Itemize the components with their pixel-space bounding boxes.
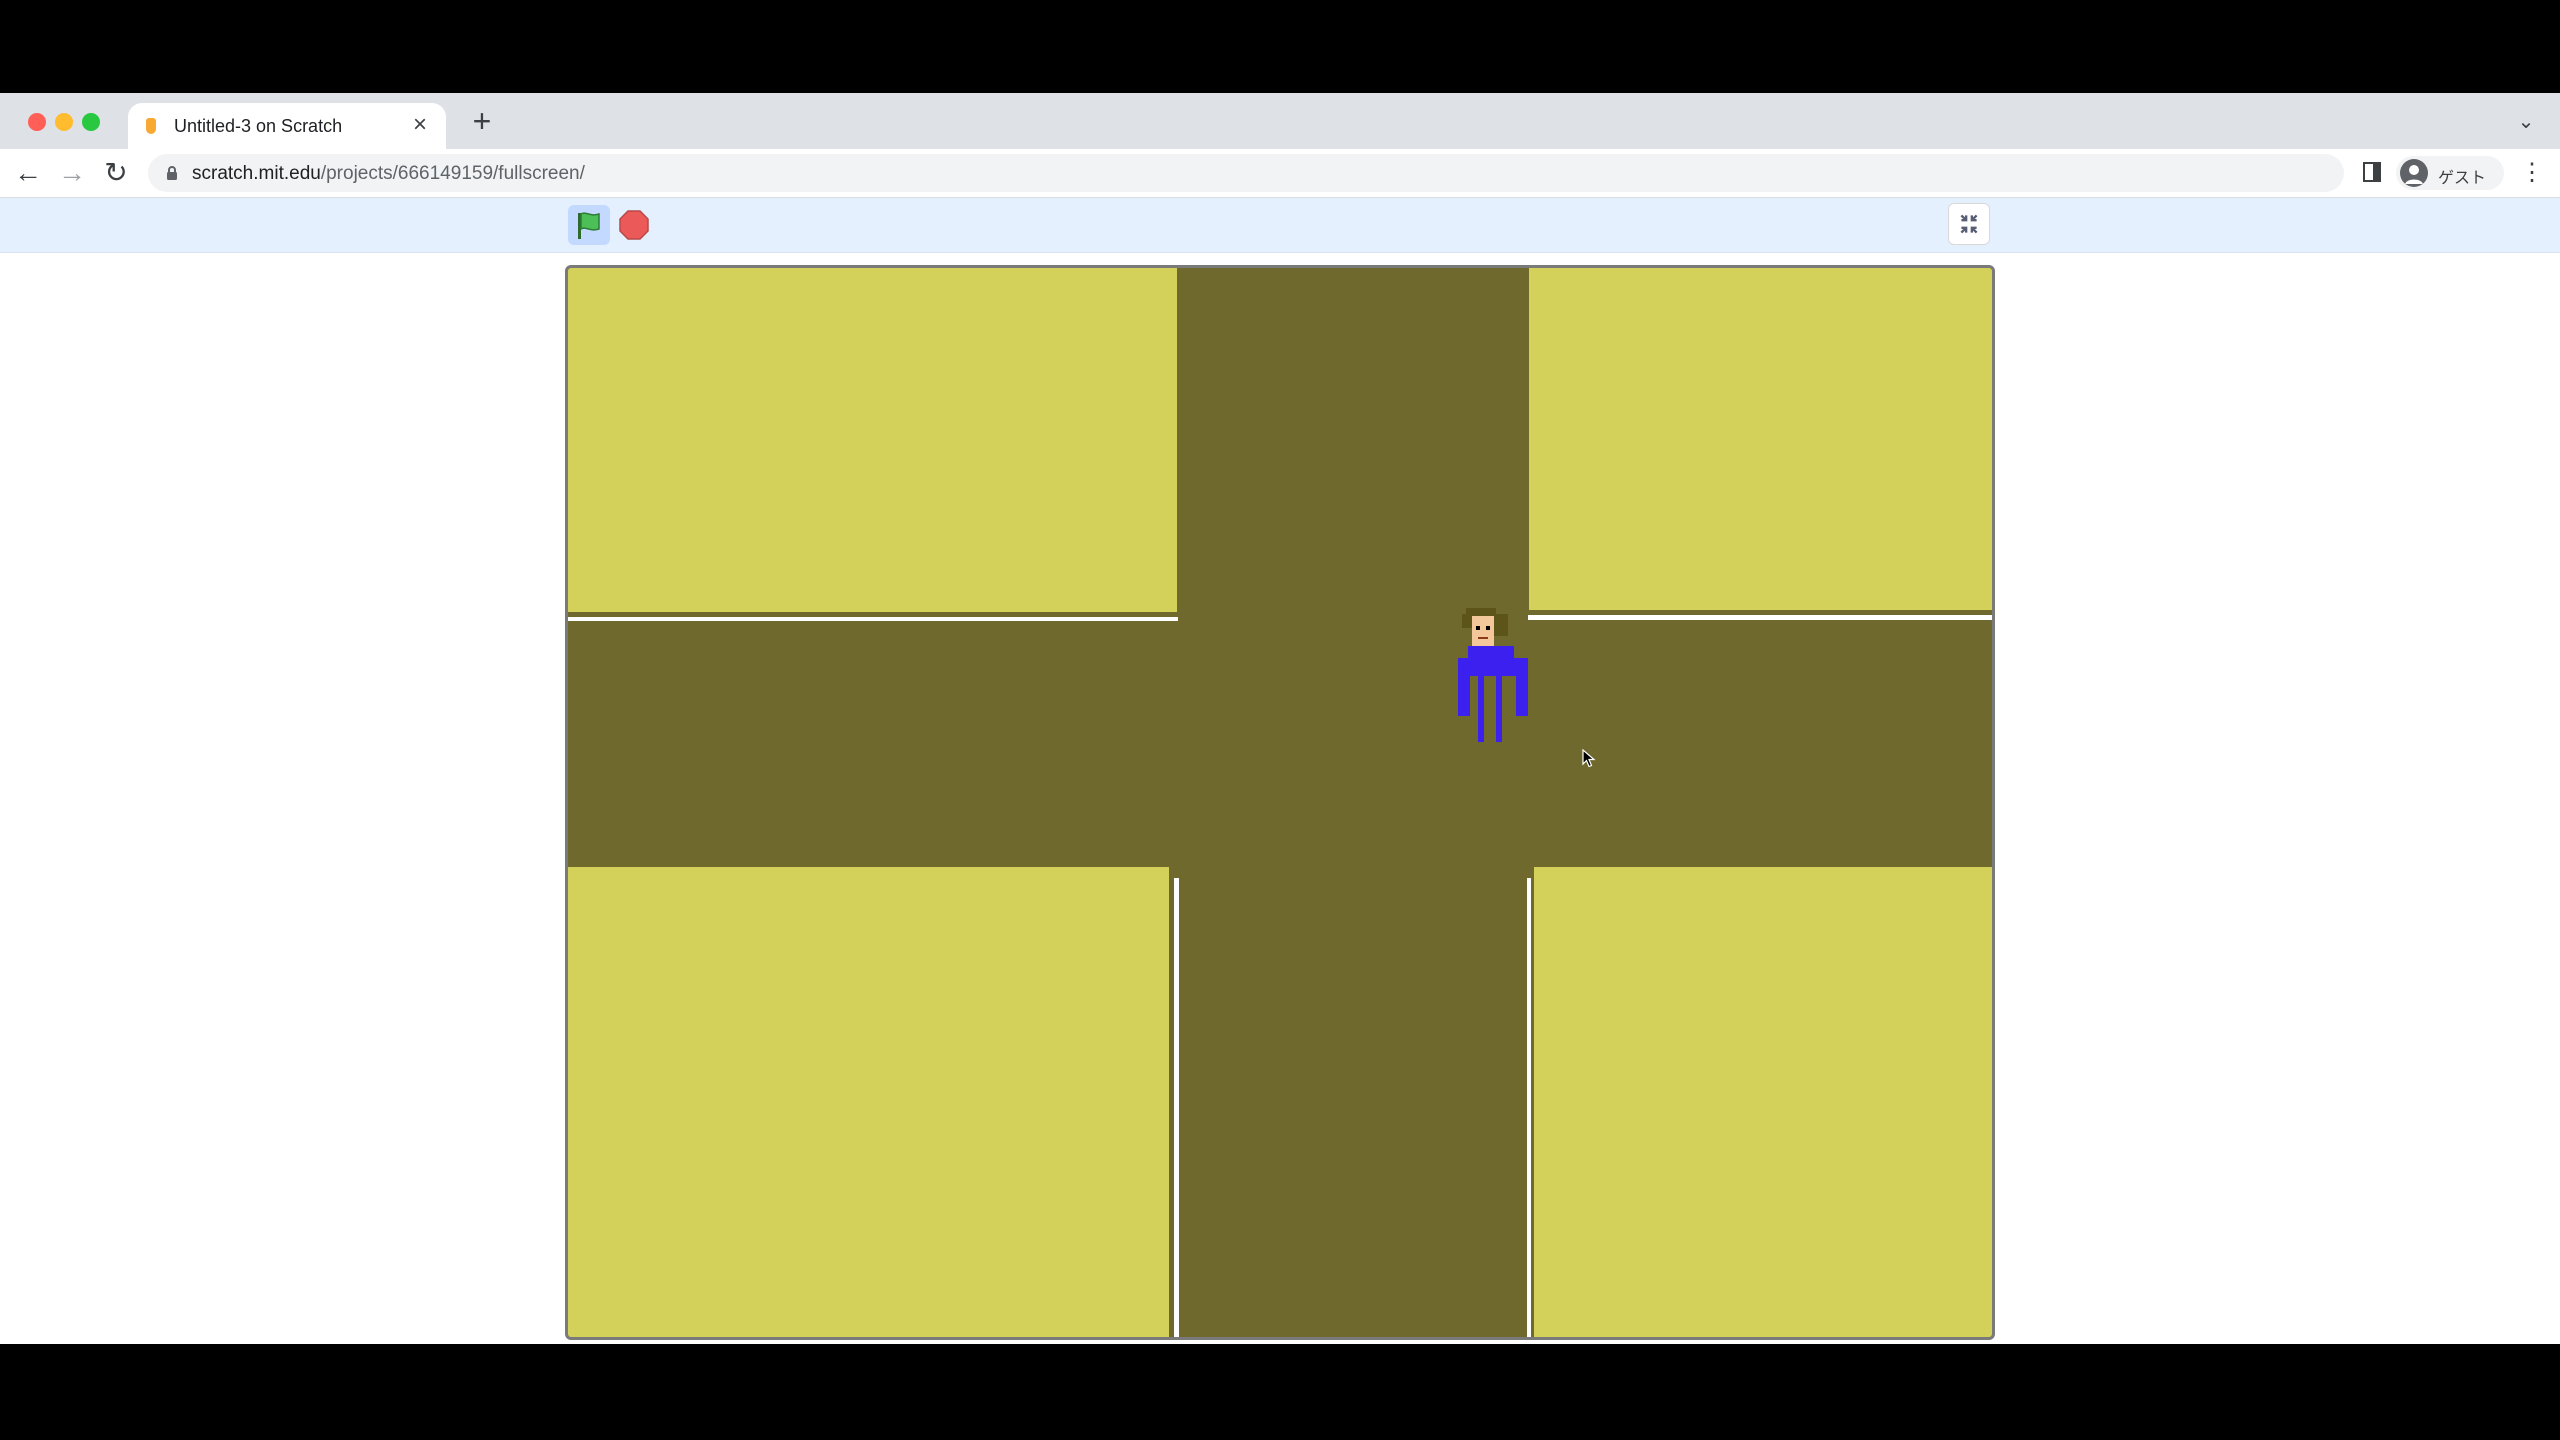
scratch-stage-header — [0, 198, 2560, 253]
grass-block-top-right — [1529, 268, 1992, 610]
minimize-window-button[interactable] — [55, 113, 73, 131]
lane-line-bottom-left — [1174, 878, 1179, 1337]
side-panel-icon[interactable] — [2362, 161, 2382, 183]
tab-title: Untitled-3 on Scratch — [174, 116, 343, 136]
avatar-icon — [2400, 159, 2428, 187]
menu-kebab-icon[interactable]: ⋮ — [2520, 157, 2544, 189]
profile-name: ゲスト — [2438, 170, 2487, 187]
tab-strip: Untitled-3 on Scratch × + ⌄ — [0, 93, 2560, 149]
mouse-cursor-icon — [1582, 749, 1596, 768]
exit-fullscreen-button[interactable] — [1948, 203, 1990, 245]
profile-button[interactable]: ゲスト — [2396, 156, 2504, 190]
forward-button[interactable]: → — [56, 157, 88, 189]
grass-block-bottom-right — [1534, 867, 1992, 1337]
zoom-window-button[interactable] — [82, 113, 100, 131]
person-sprite[interactable] — [1454, 606, 1532, 746]
lane-line-top-right — [1528, 615, 1992, 620]
url-text: scratch.mit.edu/projects/666149159/fulls… — [192, 163, 585, 185]
scratch-favicon-icon — [146, 118, 156, 134]
browser-toolbar: ← → ↻ scratch.mit.edu/projects/666149159… — [0, 149, 2560, 198]
url-host: scratch.mit.edu — [192, 163, 321, 184]
lock-icon[interactable] — [164, 165, 180, 181]
stop-sign-icon — [619, 210, 649, 240]
green-flag-button[interactable] — [568, 205, 610, 245]
url-path: /projects/666149159/fullscreen/ — [320, 163, 585, 184]
stop-button[interactable] — [618, 209, 650, 241]
close-tab-icon[interactable]: × — [408, 113, 432, 137]
grass-block-top-left — [568, 268, 1177, 612]
scratch-stage[interactable] — [565, 265, 1995, 1340]
green-flag-icon — [578, 212, 600, 239]
tab-active[interactable]: Untitled-3 on Scratch × — [128, 103, 446, 149]
close-window-button[interactable] — [28, 113, 46, 131]
lane-line-bottom-right — [1527, 878, 1531, 1337]
lane-line-top-left — [568, 617, 1178, 621]
new-tab-button[interactable]: + — [466, 105, 498, 137]
grass-block-bottom-left — [568, 867, 1169, 1337]
reload-button[interactable]: ↻ — [100, 157, 132, 189]
address-bar[interactable]: scratch.mit.edu/projects/666149159/fulls… — [148, 154, 2344, 192]
exit-fullscreen-icon — [1960, 214, 1978, 234]
tab-search-chevron-icon[interactable]: ⌄ — [2514, 110, 2538, 134]
back-button[interactable]: ← — [12, 157, 44, 189]
